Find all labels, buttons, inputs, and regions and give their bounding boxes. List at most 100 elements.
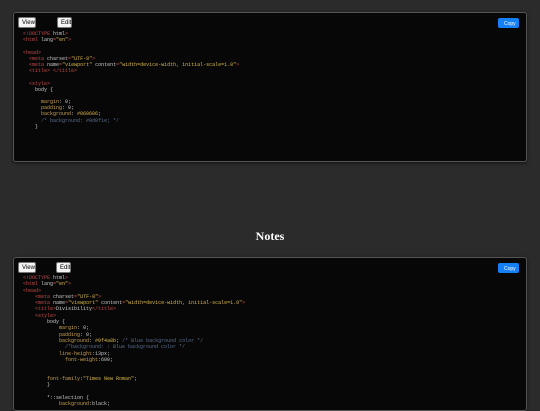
code-line: background:black; xyxy=(23,401,522,407)
code-token: name xyxy=(53,300,66,307)
code-token: "Times New Roman" xyxy=(83,375,135,382)
code-token: body xyxy=(35,86,48,93)
code-token: *::selection xyxy=(47,394,84,401)
code-token: "viewport" xyxy=(68,300,99,307)
code-token: > xyxy=(236,61,240,68)
view-button[interactable]: View xyxy=(18,262,36,273)
code-token: content xyxy=(95,61,117,68)
code-token: background xyxy=(59,337,90,344)
code-token: <style> xyxy=(29,80,51,87)
code-token: > xyxy=(242,300,246,307)
code-token: /* Blue background color */ xyxy=(122,337,204,344)
code-token: content xyxy=(101,300,123,307)
code-token: </title> xyxy=(92,306,117,313)
code-token: "en" xyxy=(56,37,69,44)
code-token: padding xyxy=(41,105,63,112)
code-token: </title> xyxy=(53,68,78,75)
code-token: > xyxy=(92,55,96,62)
code-token: : 0; xyxy=(62,105,75,112)
code-token: : 0; xyxy=(80,331,93,338)
code-token: charset xyxy=(47,55,69,62)
code-token: :13px; xyxy=(92,350,111,357)
code-token: .content-box xyxy=(35,161,71,162)
code-token: #0f4a8b xyxy=(95,337,117,344)
code-panel-2: View Edit Copy <!DOCTYPE html> <html lang… xyxy=(13,257,527,411)
code-token: #060606 xyxy=(77,111,99,118)
code-token: body xyxy=(47,319,60,326)
edit-button[interactable]: Edit xyxy=(56,262,71,273)
code-token: /* background: #0d0f1e; */ xyxy=(41,117,120,124)
code-token: : 0; xyxy=(59,99,72,106)
code-token: } xyxy=(23,382,51,389)
code-token: lang xyxy=(41,281,54,288)
code-token: <meta xyxy=(29,61,48,68)
edit-button[interactable]: Edit xyxy=(57,17,72,28)
code-token: } xyxy=(23,123,39,130)
code-token: <title> xyxy=(29,68,51,75)
code-token: /*background: : Blue background color */ xyxy=(65,344,186,351)
code-token: <meta xyxy=(35,300,54,307)
code-block: <!DOCTYPE html> <html lang="en"> <head> <m… xyxy=(23,31,522,162)
code-token: <html xyxy=(23,281,42,288)
code-token: <!DOCTYPE xyxy=(23,31,54,37)
code-token: :600; xyxy=(98,356,114,363)
copy-button[interactable]: Copy xyxy=(498,18,519,28)
code-token: { xyxy=(47,86,54,93)
code-token: > xyxy=(65,275,69,281)
code-block: <!DOCTYPE html> <html lang="en"> <head> <m… xyxy=(23,275,522,407)
code-token: <head> xyxy=(23,49,42,56)
code-token: charset xyxy=(53,293,75,300)
code-token: { xyxy=(71,161,77,162)
code-token: Divisibility xyxy=(56,306,93,313)
copy-button[interactable]: Copy xyxy=(498,263,519,273)
code-token: > xyxy=(68,37,72,44)
code-token: background xyxy=(41,111,72,118)
code-panel-1: View Edit Copy <!DOCTYPE html> <html lang… xyxy=(13,12,527,162)
code-token: html xyxy=(53,31,66,37)
code-token: font-family xyxy=(47,375,81,382)
code-token: ; xyxy=(98,111,102,118)
code-token: <head> xyxy=(23,287,42,294)
section-heading: Notes xyxy=(255,229,285,243)
code-token: padding xyxy=(59,331,81,338)
code-token: "width=device-width, initial-scale=1.0" xyxy=(119,61,237,68)
code-token: name xyxy=(47,61,60,68)
view-button[interactable]: View xyxy=(18,17,36,28)
code-token: > xyxy=(98,293,102,300)
code-token: <!DOCTYPE xyxy=(23,275,54,281)
code-token: "UTF-8" xyxy=(77,293,99,300)
code-token: > xyxy=(65,31,69,37)
code-token: > xyxy=(68,281,72,288)
code-token: html xyxy=(53,275,66,281)
code-token: :black; xyxy=(89,400,111,407)
code-token: margin xyxy=(41,99,60,106)
code-token: font-weight xyxy=(65,356,99,363)
code-token: background xyxy=(59,400,90,407)
code-token: "width=device-width, initial-scale=1.0" xyxy=(125,300,243,307)
code-token: lang xyxy=(41,37,54,44)
code-token: "en" xyxy=(56,281,69,288)
code-token: line-height xyxy=(59,350,93,357)
code-token: <meta xyxy=(29,55,48,62)
code-token: { xyxy=(59,319,66,326)
code-token: { xyxy=(83,394,90,401)
code-token: <meta xyxy=(35,293,54,300)
